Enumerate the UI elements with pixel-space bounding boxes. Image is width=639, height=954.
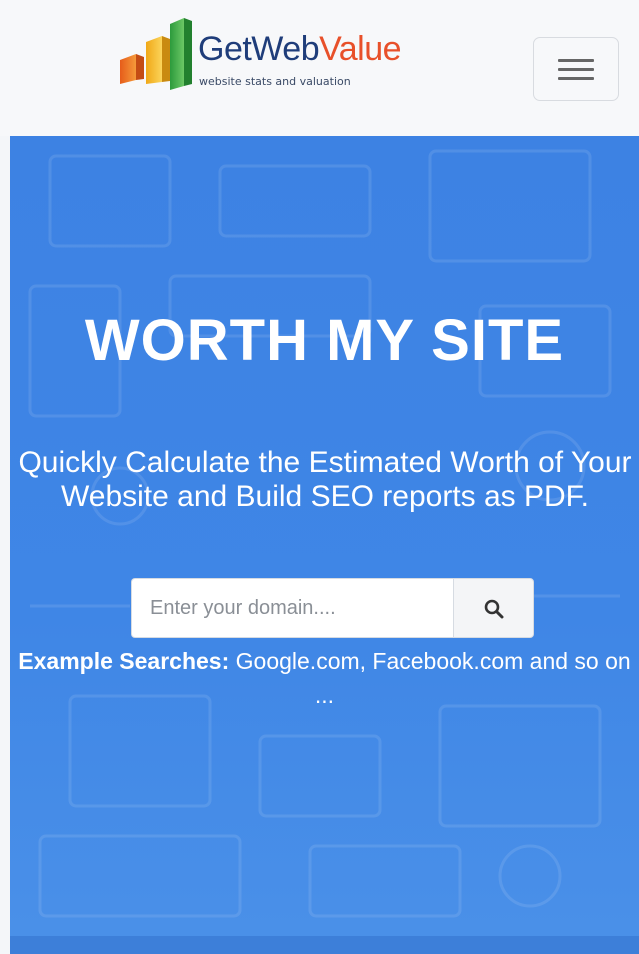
- background-pattern: [28, 149, 620, 918]
- next-section-edge: [10, 936, 639, 954]
- hero-subtitle: Quickly Calculate the Estimated Worth of…: [18, 446, 632, 513]
- site-logo[interactable]: GetWebValue website stats and valuation: [116, 18, 436, 98]
- logo-brand-part2: Value: [319, 30, 402, 68]
- menu-bar-line: [558, 59, 594, 62]
- domain-search-input[interactable]: [131, 578, 453, 638]
- example-searches-text: Google.com, Facebook.com and so on ...: [235, 648, 631, 708]
- menu-bar-line: [558, 77, 594, 80]
- example-searches-label: Example Searches:: [18, 648, 230, 674]
- logo-brand-text: GetWebValue: [198, 30, 402, 68]
- domain-search-form: [131, 578, 534, 638]
- example-searches: Example Searches: Google.com, Facebook.c…: [10, 644, 639, 712]
- logo-tagline: website stats and valuation: [199, 75, 351, 88]
- navbar: GetWebValue website stats and valuation: [0, 0, 639, 136]
- hero-title: WORTH MY SITE: [84, 308, 565, 373]
- bar-chart-logo-icon: [120, 18, 192, 90]
- search-icon: [484, 599, 504, 619]
- logo-brand-part1: GetWeb: [198, 30, 320, 68]
- menu-toggle-button[interactable]: [533, 37, 619, 101]
- menu-bar-line: [558, 68, 594, 71]
- search-button[interactable]: [453, 578, 534, 638]
- hero-section: WORTH MY SITE Quickly Calculate the Esti…: [10, 136, 639, 936]
